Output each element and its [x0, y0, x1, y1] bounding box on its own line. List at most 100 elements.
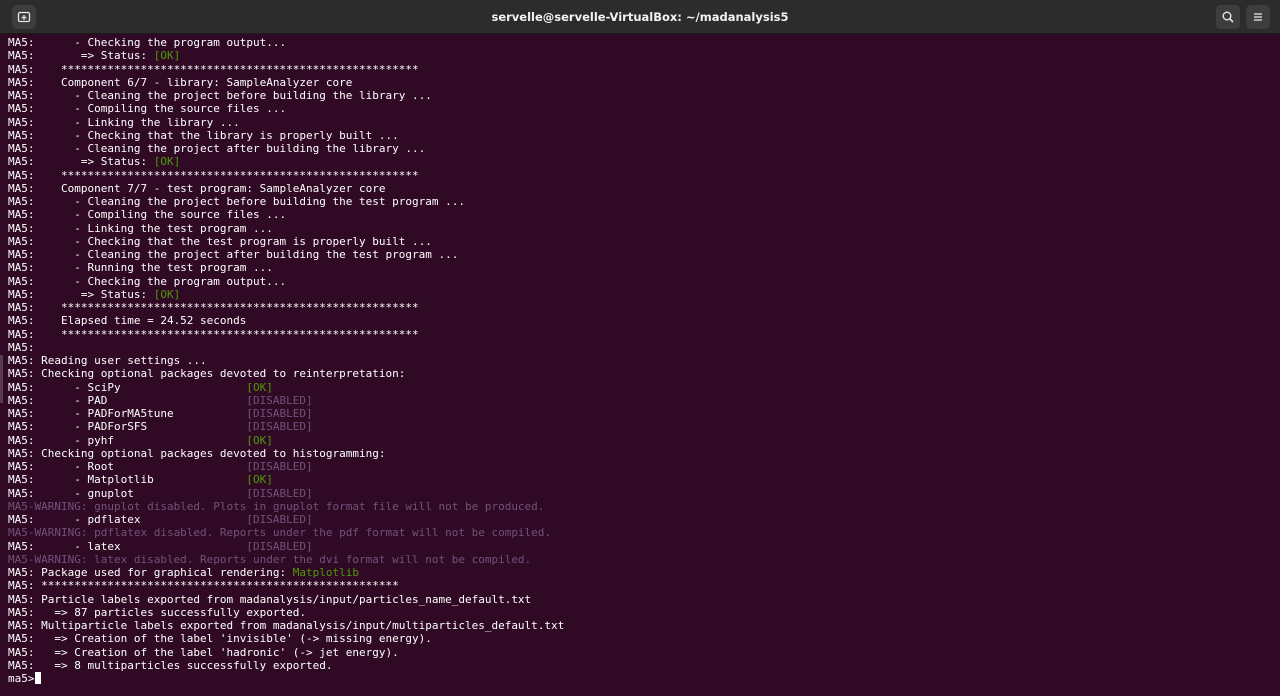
status-ok: [OK] [153, 49, 181, 63]
terminal-line: MA5: - Cleaning the project after buildi… [8, 248, 1270, 261]
terminal-line: MA5: ***********************************… [8, 63, 1270, 76]
terminal-line: MA5: ***********************************… [8, 328, 1270, 341]
terminal-line: MA5: => Status: [OK] [8, 288, 1270, 301]
status-disabled: [DISABLED] [246, 539, 313, 553]
terminal-line: MA5: - gnuplot [DISABLED] [8, 487, 1270, 500]
prompt-line[interactable]: ma5> [8, 672, 1270, 685]
hamburger-menu-icon [1254, 13, 1262, 21]
line-text: MA5: Component 7/7 - test program: Sampl… [8, 181, 386, 195]
terminal-line: MA5: Package used for graphical renderin… [8, 566, 1270, 579]
line-text: MA5: - PADForMA5tune [8, 407, 247, 420]
status-ok: [OK] [246, 380, 273, 394]
terminal-line: MA5-WARNING: latex disabled. Reports und… [8, 553, 1270, 566]
scroll-indicator[interactable] [0, 355, 3, 403]
terminal-line: MA5: => Status: [OK] [8, 49, 1270, 62]
terminal-line: MA5: - Cleaning the project before build… [8, 89, 1270, 102]
warning-text: MA5-WARNING: gnuplot disabled. Plots in … [8, 499, 545, 513]
status-disabled: [DISABLED] [246, 407, 313, 420]
status-ok: [OK] [246, 433, 273, 447]
terminal-line: MA5: - Checking the program output... [8, 275, 1270, 288]
line-text: MA5: - Root [8, 460, 247, 473]
status-disabled: [DISABLED] [246, 393, 313, 407]
line-text: MA5: - pyhf [8, 433, 247, 447]
line-text: MA5: - Checking the program output... [8, 36, 287, 49]
line-text: MA5: ***********************************… [8, 579, 399, 593]
line-text: MA5: Checking optional packages devoted … [8, 446, 386, 460]
search-button[interactable] [1216, 5, 1240, 29]
terminal-line: MA5: - Checking that the test program is… [8, 235, 1270, 248]
status-ok: [OK] [153, 155, 181, 169]
line-text: MA5: => Status: [8, 287, 154, 301]
line-text: MA5: - Cleaning the project after buildi… [8, 248, 459, 261]
terminal-line: MA5: => Status: [OK] [8, 155, 1270, 168]
terminal-line: MA5: - Root [DISABLED] [8, 460, 1270, 473]
terminal-line: MA5: - Checking that the library is prop… [8, 129, 1270, 142]
terminal-line: MA5: - PADForSFS [DISABLED] [8, 420, 1270, 433]
status-ok: Matplotlib [292, 566, 360, 579]
line-text: MA5: Checking optional packages devoted … [8, 367, 406, 381]
line-text: MA5: - Linking the library ... [8, 115, 240, 129]
line-text: MA5: - Cleaning the project before build… [8, 89, 432, 102]
terminal-line: MA5: ***********************************… [8, 579, 1270, 592]
terminal-line: MA5: Multiparticle labels exported from … [8, 619, 1270, 632]
line-text: MA5: [8, 340, 35, 354]
terminal-line: MA5: - pdflatex [DISABLED] [8, 513, 1270, 526]
terminal-line: MA5: => Creation of the label 'hadronic'… [8, 646, 1270, 659]
line-text: MA5: Multiparticle labels exported from … [8, 619, 565, 632]
terminal-line: MA5-WARNING: gnuplot disabled. Plots in … [8, 500, 1270, 513]
line-text: MA5: ***********************************… [8, 301, 419, 314]
terminal-line: MA5: - Cleaning the project before build… [8, 195, 1270, 208]
line-text: MA5: => 8 multiparticles successfully ex… [8, 658, 333, 672]
warning-text: MA5-WARNING: pdflatex disabled. Reports … [8, 526, 552, 540]
line-text: MA5: Elapsed time = 24.52 seconds [8, 314, 247, 328]
terminal-line: MA5: Checking optional packages devoted … [8, 367, 1270, 380]
line-text: MA5: - latex [8, 539, 247, 553]
status-disabled: [DISABLED] [246, 513, 313, 526]
new-tab-button[interactable] [12, 5, 36, 29]
terminal-line: MA5: - PADForMA5tune [DISABLED] [8, 407, 1270, 420]
line-text: MA5: - Checking the program output... [8, 274, 287, 288]
terminal-line: MA5: - Compiling the source files ... [8, 208, 1270, 221]
line-text: MA5: - Checking that the test program is… [8, 234, 432, 248]
terminal-line: MA5: [8, 341, 1270, 354]
line-text: MA5: - Checking that the library is prop… [8, 128, 399, 142]
terminal-line: MA5: ***********************************… [8, 169, 1270, 182]
line-text: MA5: ***********************************… [8, 168, 419, 182]
terminal-line: MA5: - SciPy [OK] [8, 381, 1270, 394]
line-text: MA5: Reading user settings ... [8, 354, 207, 367]
terminal-line: MA5: - latex [DISABLED] [8, 540, 1270, 553]
line-text: MA5: => Creation of the label 'hadronic'… [8, 645, 399, 659]
line-text: MA5: Component 6/7 - library: SampleAnal… [8, 75, 353, 89]
terminal-line: MA5: - Matplotlib [OK] [8, 473, 1270, 486]
new-tab-icon [17, 11, 31, 23]
line-text: MA5: - pdflatex [8, 513, 247, 526]
line-text: MA5: => Status: [8, 155, 154, 169]
terminal-line: MA5: Elapsed time = 24.52 seconds [8, 314, 1270, 327]
warning-text: MA5-WARNING: latex disabled. Reports und… [8, 552, 532, 566]
line-text: MA5: ***********************************… [8, 327, 419, 341]
prompt: ma5> [8, 672, 35, 685]
terminal-line: MA5: => 8 multiparticles successfully ex… [8, 659, 1270, 672]
line-text: MA5: Package used for graphical renderin… [8, 566, 293, 579]
status-ok: [OK] [246, 473, 273, 487]
line-text: MA5: - Matplotlib [8, 473, 247, 487]
terminal-lines: MA5: - Checking the program output... MA5… [8, 36, 1270, 672]
text-cursor [34, 672, 41, 684]
terminal-output[interactable]: MA5: - Checking the program output... MA5… [8, 36, 1270, 692]
menu-button[interactable] [1246, 5, 1270, 29]
line-text: MA5: ***********************************… [8, 62, 419, 76]
line-text: MA5: - Linking the test program ... [8, 221, 273, 235]
line-text: MA5: - Running the test program ... [8, 261, 273, 275]
terminal-line: MA5: => Creation of the label 'invisible… [8, 632, 1270, 645]
terminal-line: MA5: - Compiling the source files ... [8, 102, 1270, 115]
line-text: MA5: - Compiling the source files ... [8, 102, 287, 116]
window-title: servelle@servelle-VirtualBox: ~/madanaly… [491, 10, 789, 24]
line-text: MA5: => Status: [8, 49, 154, 63]
terminal-line: MA5: - Cleaning the project after buildi… [8, 142, 1270, 155]
search-icon [1222, 11, 1234, 23]
terminal-line: MA5-WARNING: pdflatex disabled. Reports … [8, 526, 1270, 539]
terminal-line: MA5: Component 6/7 - library: SampleAnal… [8, 76, 1270, 89]
status-disabled: [DISABLED] [246, 460, 313, 473]
line-text: MA5: => Creation of the label 'invisible… [8, 632, 432, 646]
terminal-line: MA5: Checking optional packages devoted … [8, 447, 1270, 460]
